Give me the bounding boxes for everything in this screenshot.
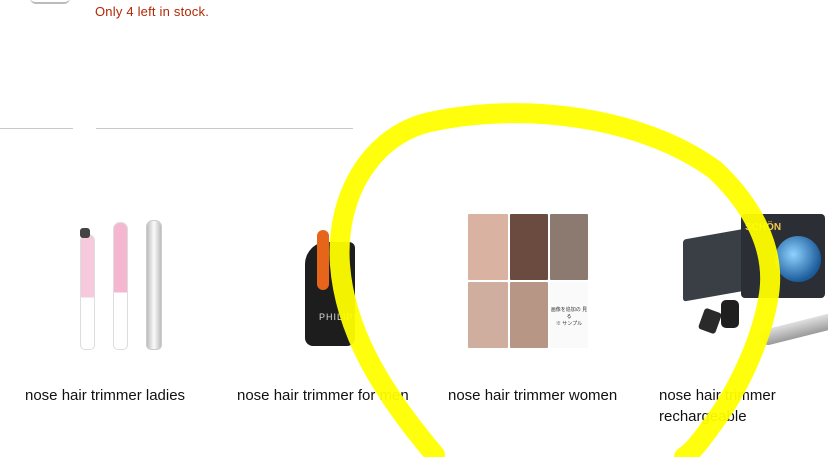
collage-caption: 画像を追加の 見る ※ サンプル bbox=[550, 282, 588, 348]
related-search-card-men[interactable]: PHILIPS nose hair trimmer for men bbox=[237, 200, 437, 404]
product-image-ladies-trimmers[interactable] bbox=[25, 200, 205, 360]
product-image-men-trimmer[interactable]: PHILIPS bbox=[237, 200, 417, 360]
related-search-label[interactable]: nose hair trimmer rechargeable bbox=[659, 385, 828, 427]
related-search-card-women[interactable]: 画像を追加の 見る ※ サンプル nose hair trimmer women bbox=[448, 200, 648, 404]
stock-availability-text: Only 4 left in stock. bbox=[95, 4, 210, 19]
product-page-fragment: Only 4 left in stock. nose hair trimmer … bbox=[0, 0, 828, 457]
section-divider-left bbox=[0, 128, 73, 129]
cropped-element bbox=[30, 0, 70, 4]
product-image-women-collage[interactable]: 画像を追加の 見る ※ サンプル bbox=[448, 200, 628, 360]
related-search-card-rechargeable[interactable]: SCHÖN nose hair trimmer rechargeable bbox=[659, 200, 828, 425]
related-search-card-ladies[interactable]: nose hair trimmer ladies bbox=[25, 200, 225, 404]
related-search-label[interactable]: nose hair trimmer for men bbox=[237, 385, 437, 406]
product-image-rechargeable-trimmer[interactable]: SCHÖN bbox=[659, 200, 828, 360]
section-divider-right bbox=[96, 128, 353, 129]
related-search-label[interactable]: nose hair trimmer ladies bbox=[25, 385, 225, 406]
related-search-label[interactable]: nose hair trimmer women bbox=[448, 385, 648, 406]
product-brand-text: SCHÖN bbox=[745, 222, 782, 233]
product-brand-text: PHILIPS bbox=[319, 312, 361, 322]
